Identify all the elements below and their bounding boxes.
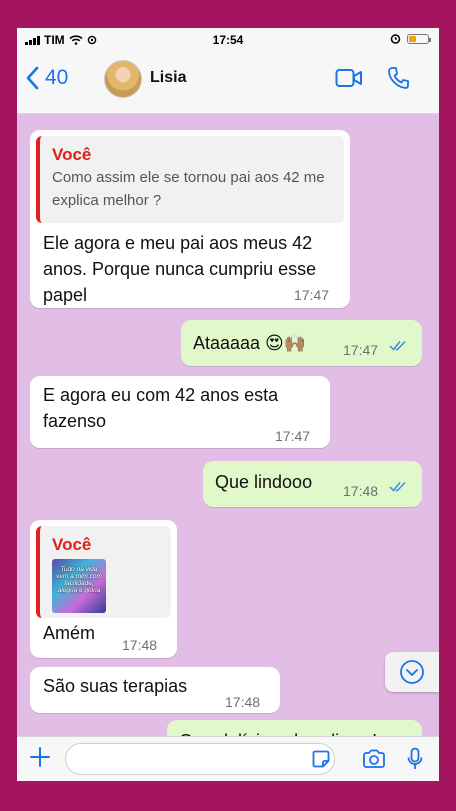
message-time: 17:48 (225, 694, 261, 710)
chevron-down-icon (400, 660, 424, 684)
quoted-message[interactable]: Você Como assim ele se tornou pai aos 42… (36, 136, 344, 223)
status-bar: TIM 17:54 (17, 28, 439, 52)
quote-author: Você (52, 145, 92, 164)
message-text: Que lindooo (215, 472, 313, 492)
message-bubble-incoming[interactable]: Você Tudo na vida vem a mim com facilida… (30, 520, 177, 658)
message-time: 17:47 (294, 287, 330, 303)
avatar[interactable] (104, 60, 142, 98)
message-bubble-outgoing[interactable]: Que lindooo 17:48 (203, 461, 422, 507)
camera-icon[interactable] (362, 749, 386, 769)
quote-author: Você (52, 535, 92, 554)
message-input[interactable] (65, 743, 335, 775)
battery-icon (407, 33, 431, 44)
message-time: 17:48 (343, 483, 379, 499)
read-receipt-icon (389, 340, 406, 351)
alarm-icon (390, 34, 401, 44)
message-text: São suas terapias (43, 676, 188, 696)
message-text: Ataaaaa 😍🙌🏽 (193, 333, 307, 353)
message-text: Que delícia saber disso ! (179, 728, 377, 736)
message-time: 17:48 (122, 637, 158, 653)
message-time: 17:47 (343, 342, 379, 358)
status-time: 17:54 (212, 33, 244, 47)
quote-text: Como assim ele se tornou pai aos 42 me e… (52, 169, 325, 209)
message-bubble-incoming[interactable]: Você Como assim ele se tornou pai aos 42… (30, 130, 350, 308)
chat-header: 40 Lisia (17, 52, 439, 114)
quoted-image-message[interactable]: Você Tudo na vida vem a mim com facilida… (36, 526, 171, 618)
message-time: 17:47 (275, 428, 311, 444)
microphone-icon[interactable] (407, 747, 423, 771)
unread-count: 40 (45, 66, 69, 89)
chat-area[interactable]: Você Como assim ele se tornou pai aos 42… (17, 114, 439, 736)
message-bubble-incoming[interactable]: E agora eu com 42 anos esta fazenso 17:4… (30, 376, 330, 448)
message-bubble-incoming[interactable]: São suas terapias 17:48 (30, 667, 280, 713)
thumbnail-text: Tudo na vida vem a mim com facilidade, a… (56, 566, 102, 594)
chevron-left-icon (26, 66, 39, 90)
sticker-icon[interactable] (312, 750, 330, 768)
contact-name[interactable]: Lisia (150, 69, 186, 87)
phone-screen: TIM 17:54 40 Lisia Você Como assim ele s… (17, 28, 439, 781)
message-bubble-outgoing[interactable]: Que delícia saber disso ! (167, 720, 422, 736)
message-text: Amém (43, 623, 96, 643)
back-button[interactable]: 40 (25, 66, 68, 90)
message-bubble-outgoing[interactable]: Ataaaaa 😍🙌🏽 17:47 (181, 320, 422, 366)
message-composer (17, 736, 439, 781)
scroll-to-bottom-button[interactable] (385, 652, 439, 692)
quoted-image-thumbnail[interactable]: Tudo na vida vem a mim com facilidade, a… (52, 559, 106, 613)
plus-icon[interactable] (29, 746, 51, 768)
read-receipt-icon (389, 481, 406, 492)
video-call-icon[interactable] (335, 68, 363, 88)
phone-call-icon[interactable] (387, 66, 409, 90)
